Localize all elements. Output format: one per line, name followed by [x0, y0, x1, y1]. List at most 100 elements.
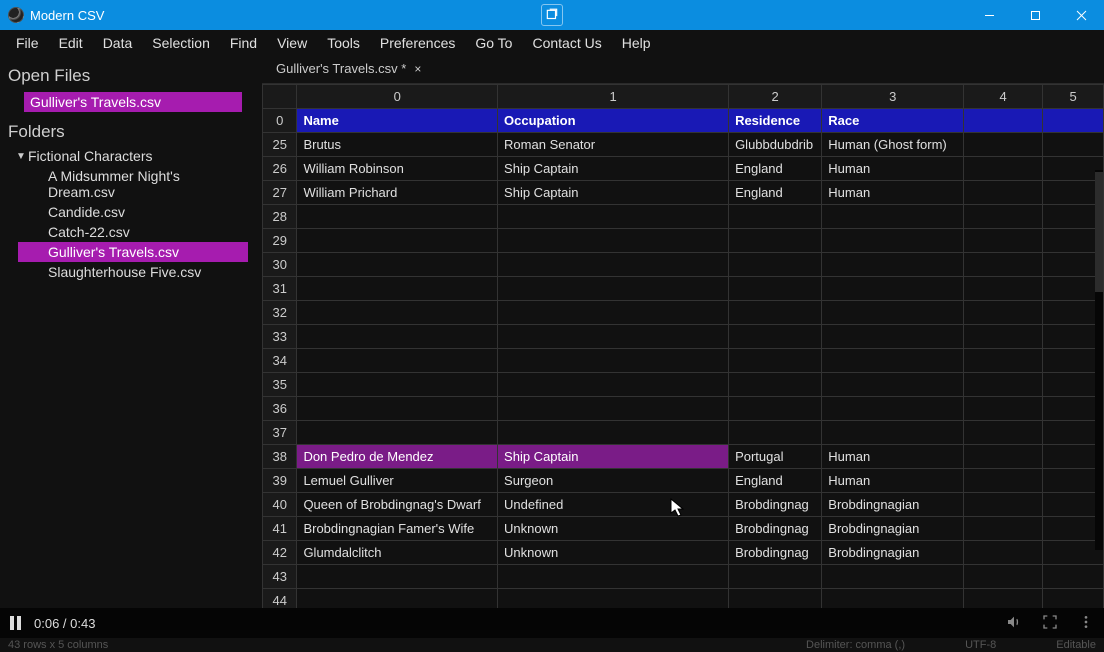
tree-file-item[interactable]: Slaughterhouse Five.csv [8, 262, 256, 282]
row-header[interactable]: 29 [263, 229, 297, 253]
grid-cell[interactable]: Residence [729, 109, 822, 133]
grid-cell[interactable]: Ship Captain [498, 181, 729, 205]
grid-cell[interactable] [729, 253, 822, 277]
grid-cell[interactable] [822, 589, 964, 609]
row-header[interactable]: 39 [263, 469, 297, 493]
file-tab[interactable]: Gulliver's Travels.csv * × [266, 56, 431, 83]
column-header[interactable]: 1 [498, 85, 729, 109]
grid-cell[interactable] [297, 565, 498, 589]
menu-preferences[interactable]: Preferences [370, 32, 465, 54]
column-header[interactable]: 4 [964, 85, 1043, 109]
grid-cell[interactable] [822, 565, 964, 589]
grid-cell[interactable] [964, 493, 1043, 517]
menu-file[interactable]: File [6, 32, 49, 54]
grid-cell[interactable] [729, 205, 822, 229]
grid-cell[interactable]: Roman Senator [498, 133, 729, 157]
grid-cell[interactable] [498, 205, 729, 229]
grid-cell[interactable] [822, 229, 964, 253]
column-header[interactable]: 3 [822, 85, 964, 109]
grid-cell[interactable] [822, 205, 964, 229]
grid-cell[interactable]: Brobdingnag [729, 541, 822, 565]
grid-cell[interactable] [1043, 109, 1104, 133]
folder-node[interactable]: ▼ Fictional Characters [8, 146, 256, 166]
grid-cell[interactable] [1043, 133, 1104, 157]
grid-cell[interactable] [964, 325, 1043, 349]
grid-cell[interactable]: Surgeon [498, 469, 729, 493]
row-header[interactable]: 41 [263, 517, 297, 541]
grid-cell[interactable] [822, 373, 964, 397]
row-header[interactable]: 32 [263, 301, 297, 325]
menu-edit[interactable]: Edit [49, 32, 93, 54]
row-header[interactable]: 40 [263, 493, 297, 517]
grid-cell[interactable] [297, 397, 498, 421]
vertical-scrollbar-thumb[interactable] [1095, 172, 1103, 292]
grid-cell[interactable] [964, 133, 1043, 157]
open-file-item[interactable]: Gulliver's Travels.csv [24, 92, 242, 112]
grid-cell[interactable] [498, 325, 729, 349]
grid-cell[interactable] [498, 565, 729, 589]
grid-cell[interactable] [498, 301, 729, 325]
grid-cell[interactable] [297, 229, 498, 253]
row-header[interactable]: 27 [263, 181, 297, 205]
row-header[interactable]: 0 [263, 109, 297, 133]
grid-cell[interactable] [822, 397, 964, 421]
menu-view[interactable]: View [267, 32, 317, 54]
grid-cell[interactable] [729, 325, 822, 349]
grid-corner[interactable] [263, 85, 297, 109]
grid-cell[interactable]: Brobdingnagian [822, 517, 964, 541]
grid-cell[interactable] [297, 205, 498, 229]
grid-cell[interactable] [964, 445, 1043, 469]
grid-cell[interactable]: Human (Ghost form) [822, 133, 964, 157]
row-header[interactable]: 31 [263, 277, 297, 301]
grid-cell[interactable]: Glubbdubdrib [729, 133, 822, 157]
grid-cell[interactable]: Human [822, 157, 964, 181]
menu-go-to[interactable]: Go To [465, 32, 522, 54]
grid-cell[interactable] [964, 229, 1043, 253]
grid-cell[interactable] [498, 397, 729, 421]
grid-cell[interactable] [498, 589, 729, 609]
grid-cell[interactable]: Human [822, 445, 964, 469]
grid-cell[interactable] [964, 421, 1043, 445]
tree-file-item[interactable]: Gulliver's Travels.csv [18, 242, 248, 262]
grid-cell[interactable] [964, 589, 1043, 609]
grid-cell[interactable]: Unknown [498, 541, 729, 565]
grid-cell[interactable]: Don Pedro de Mendez [297, 445, 498, 469]
row-header[interactable]: 26 [263, 157, 297, 181]
row-header[interactable]: 35 [263, 373, 297, 397]
close-button[interactable] [1058, 0, 1104, 30]
grid-cell[interactable] [822, 253, 964, 277]
grid-cell[interactable] [498, 229, 729, 253]
grid-cell[interactable] [729, 301, 822, 325]
grid-cell[interactable]: Brobdingnagian [822, 541, 964, 565]
grid-cell[interactable] [297, 253, 498, 277]
grid-cell[interactable] [729, 277, 822, 301]
tree-file-item[interactable]: Catch-22.csv [8, 222, 256, 242]
row-header[interactable]: 25 [263, 133, 297, 157]
grid-cell[interactable] [964, 373, 1043, 397]
row-header[interactable]: 37 [263, 421, 297, 445]
row-header[interactable]: 28 [263, 205, 297, 229]
grid-cell[interactable] [822, 421, 964, 445]
grid-cell[interactable]: Undefined [498, 493, 729, 517]
column-header[interactable]: 2 [729, 85, 822, 109]
grid-cell[interactable] [964, 253, 1043, 277]
grid-cell[interactable] [297, 589, 498, 609]
row-header[interactable]: 36 [263, 397, 297, 421]
grid-cell[interactable] [498, 349, 729, 373]
grid-cell[interactable]: Brobdingnagian Famer's Wife [297, 517, 498, 541]
menu-selection[interactable]: Selection [142, 32, 220, 54]
grid-cell[interactable] [964, 565, 1043, 589]
grid-cell[interactable] [729, 373, 822, 397]
row-header[interactable]: 38 [263, 445, 297, 469]
grid-cell[interactable] [729, 421, 822, 445]
grid-cell[interactable] [498, 421, 729, 445]
grid-cell[interactable] [498, 277, 729, 301]
grid-cell[interactable] [822, 277, 964, 301]
grid-cell[interactable]: England [729, 181, 822, 205]
grid-cell[interactable] [964, 205, 1043, 229]
grid-cell[interactable] [498, 253, 729, 277]
menu-data[interactable]: Data [93, 32, 143, 54]
more-icon[interactable] [1078, 614, 1094, 633]
row-header[interactable]: 34 [263, 349, 297, 373]
grid-cell[interactable]: William Robinson [297, 157, 498, 181]
